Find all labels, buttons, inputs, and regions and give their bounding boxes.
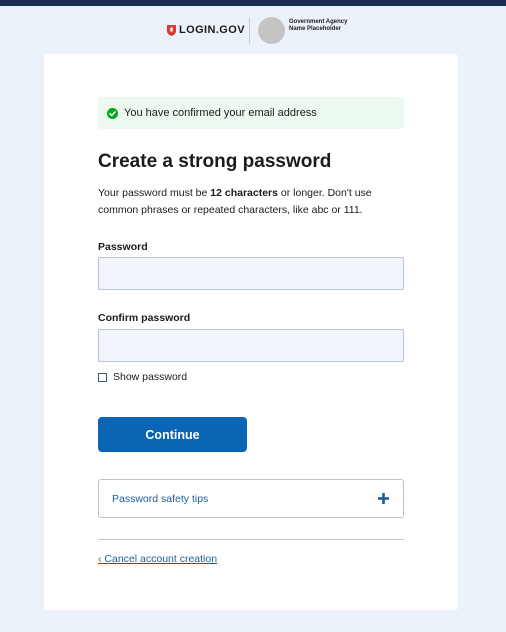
shield-icon xyxy=(167,24,176,36)
requirements-length: 12 characters xyxy=(210,187,278,199)
divider xyxy=(98,539,404,540)
login-gov-logo[interactable]: LOGIN.GOV xyxy=(167,24,245,36)
plus-icon[interactable] xyxy=(378,493,389,504)
password-requirements: Your password must be 12 characters or l… xyxy=(98,185,408,219)
check-circle-icon xyxy=(107,107,118,119)
show-password-toggle[interactable]: Show password xyxy=(98,371,187,383)
confirm-password-label: Confirm password xyxy=(98,312,191,324)
password-safety-tips-accordion[interactable]: Password safety tips xyxy=(98,479,404,518)
password-label: Password xyxy=(98,241,148,253)
top-bar xyxy=(0,0,506,6)
accordion-label[interactable]: Password safety tips xyxy=(112,493,208,505)
page-title: Create a strong password xyxy=(98,151,332,172)
logo-text: LOGIN.GOV xyxy=(179,24,245,36)
confirm-password-input[interactable] xyxy=(98,329,404,362)
password-input[interactable] xyxy=(98,257,404,290)
success-alert: You have confirmed your email address xyxy=(98,97,404,129)
continue-button[interactable]: Continue xyxy=(98,417,247,452)
header-divider xyxy=(249,18,250,44)
cancel-account-creation-link[interactable]: ‹ Cancel account creation xyxy=(98,553,217,565)
alert-message: You have confirmed your email address xyxy=(124,107,317,119)
requirements-text-1: Your password must be xyxy=(98,187,211,199)
main-card: You have confirmed your email address Cr… xyxy=(44,54,458,610)
show-password-label[interactable]: Show password xyxy=(113,371,187,383)
agency-name: Government Agency Name Placeholder xyxy=(289,19,348,32)
header: LOGIN.GOV Government Agency Name Placeho… xyxy=(0,16,506,46)
agency-logo xyxy=(258,17,285,44)
show-password-checkbox[interactable] xyxy=(98,372,107,382)
